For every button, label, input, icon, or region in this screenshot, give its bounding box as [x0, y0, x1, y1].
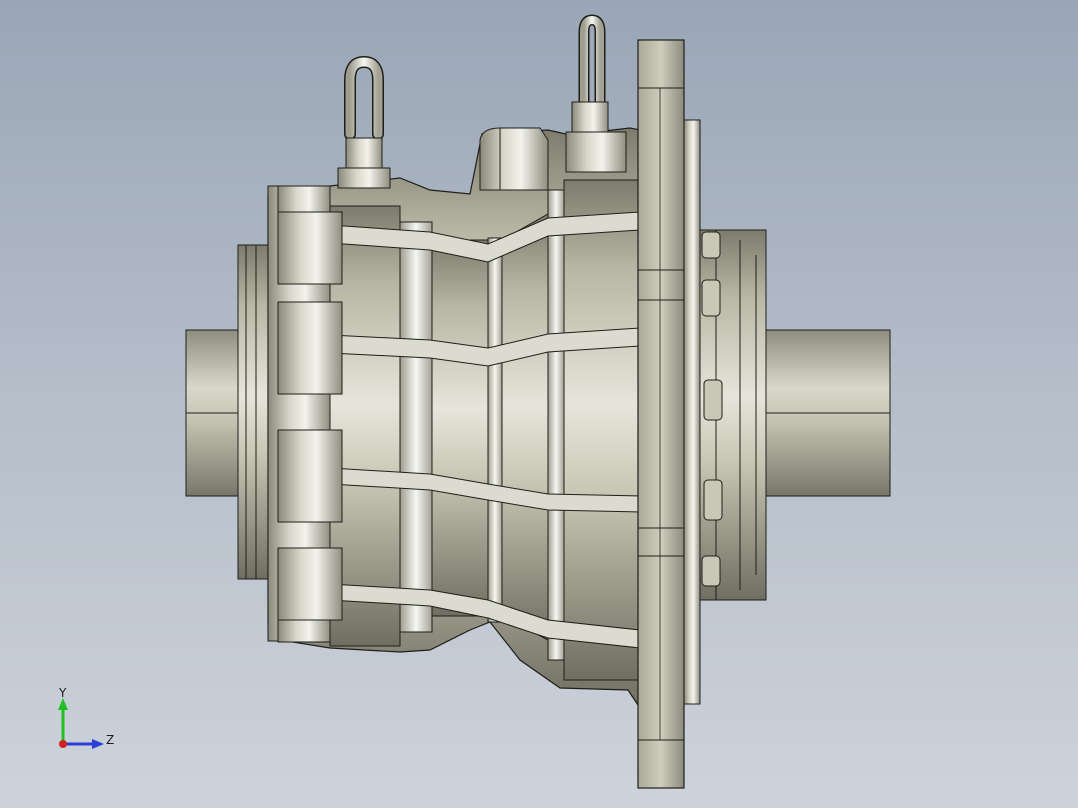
- left-shaft[interactable]: [185, 244, 269, 580]
- mounting-flange[interactable]: [637, 39, 701, 789]
- lifting-eye-left[interactable]: [337, 55, 391, 189]
- lifting-eye-right[interactable]: [565, 14, 627, 173]
- z-axis-arrow-head: [92, 739, 104, 749]
- x-axis-origin: [59, 740, 67, 748]
- z-axis-label: Z: [106, 733, 114, 747]
- y-axis-label: Y: [58, 686, 67, 700]
- coordinate-triad: Y Z: [58, 686, 114, 749]
- differential-housing-model[interactable]: [0, 0, 1078, 808]
- housing-body[interactable]: [267, 127, 641, 710]
- right-shaft[interactable]: [699, 229, 891, 601]
- graphics-viewport[interactable]: Y Z: [0, 0, 1078, 808]
